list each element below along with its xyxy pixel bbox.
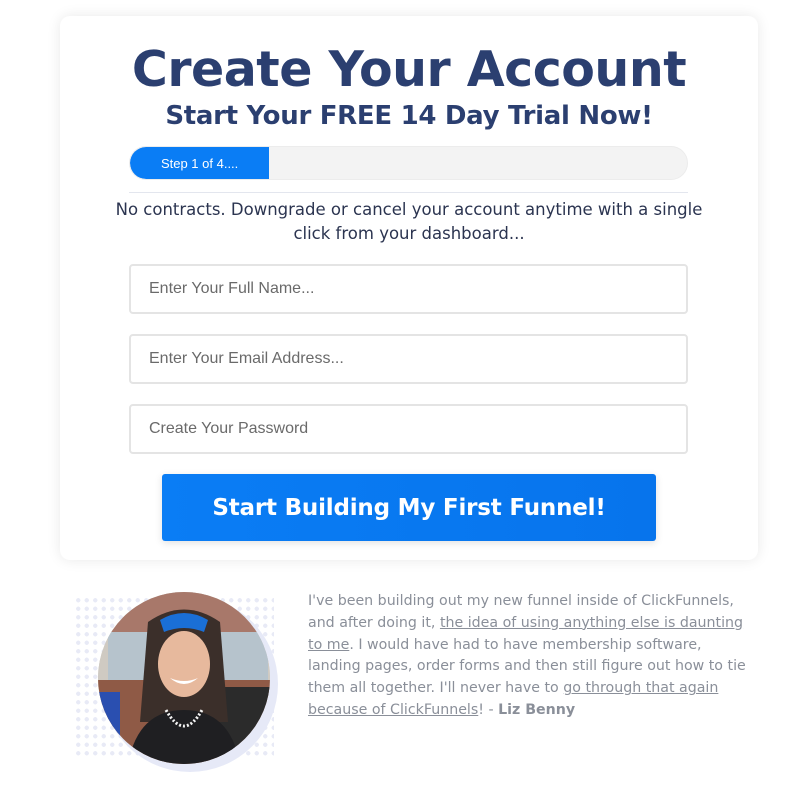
signup-card: Create Your Account Start Your FREE 14 D… bbox=[60, 16, 758, 560]
progress-fill: Step 1 of 4.... bbox=[130, 147, 270, 179]
page-subtitle: Start Your FREE 14 Day Trial Now! bbox=[165, 101, 653, 131]
no-contracts-note: No contracts. Downgrade or cancel your a… bbox=[115, 200, 703, 243]
password-input[interactable] bbox=[129, 404, 688, 454]
divider bbox=[129, 192, 688, 193]
page-title: Create Your Account bbox=[131, 41, 687, 98]
person-photo-icon bbox=[98, 592, 270, 764]
start-building-button[interactable]: Start Building My First Funnel! bbox=[162, 474, 656, 541]
quote-segment: ! - bbox=[478, 701, 499, 718]
testimonial-author: Liz Benny bbox=[498, 701, 576, 718]
email-input[interactable] bbox=[129, 334, 688, 384]
testimonial-avatar bbox=[98, 592, 270, 764]
full-name-input[interactable] bbox=[129, 264, 688, 314]
progress-label: Step 1 of 4.... bbox=[160, 155, 239, 171]
testimonial-quote: I've been building out my new funnel ins… bbox=[308, 591, 748, 722]
progress-bar: Step 1 of 4.... bbox=[129, 146, 688, 180]
testimonial-text: I've been building out my new funnel ins… bbox=[308, 593, 746, 718]
